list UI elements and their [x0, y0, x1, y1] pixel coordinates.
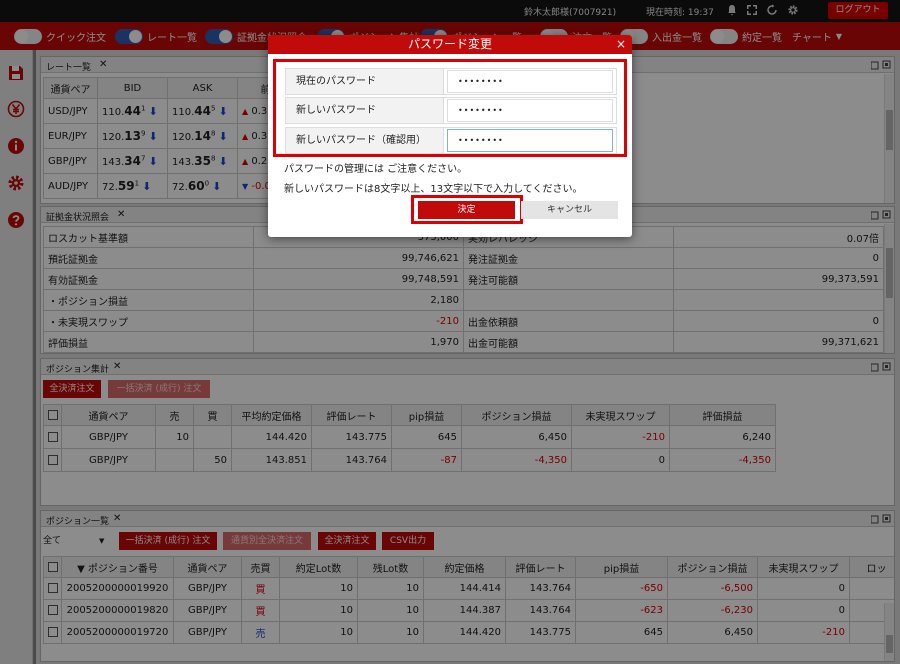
- password-notice: パスワードの管理には ご注意ください。: [284, 164, 468, 175]
- dialog-header: パスワード変更 ×: [268, 35, 632, 54]
- confirm-password-row: 新しいパスワード（確認用） ••••••••: [285, 127, 617, 154]
- close-icon[interactable]: ×: [616, 35, 626, 54]
- field-label: 現在のパスワード: [286, 69, 444, 94]
- trading-app: 鈴木太郎様(7007921) 現在時刻: 19:37 ログアウト クイック注文 …: [0, 0, 900, 664]
- confirm-password-input[interactable]: ••••••••: [447, 129, 613, 152]
- field-label: 新しいパスワード（確認用）: [286, 128, 444, 153]
- field-label: 新しいパスワード: [286, 98, 444, 123]
- dialog-title: パスワード変更: [407, 37, 492, 51]
- new-password-row: 新しいパスワード ••••••••: [285, 97, 617, 124]
- confirm-button[interactable]: 決定: [418, 201, 515, 219]
- password-change-dialog: パスワード変更 × 現在のパスワード •••••••• 新しいパスワード •••…: [268, 35, 632, 237]
- current-password-row: 現在のパスワード ••••••••: [285, 68, 617, 95]
- cancel-button[interactable]: キャンセル: [521, 201, 618, 219]
- current-password-input[interactable]: ••••••••: [447, 70, 613, 93]
- new-password-input[interactable]: ••••••••: [447, 99, 613, 122]
- password-rule-text: 新しいパスワードは8文字以上、13文字以下で入力してください。: [284, 184, 583, 195]
